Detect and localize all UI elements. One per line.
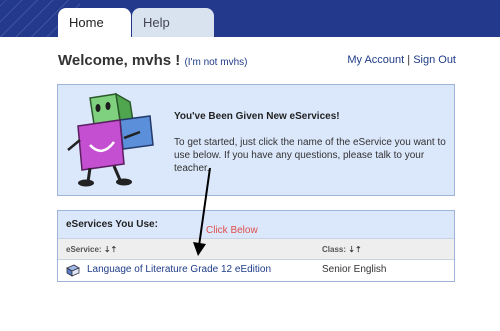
welcome-text: Welcome, mvhs ! [58,52,181,69]
tab-help-label: Help [143,15,170,30]
column-class-label: Class: [322,245,347,254]
mascot-illustration [67,92,154,187]
tab-home-label: Home [69,15,104,30]
welcome-heading: Welcome, mvhs ! (I'm not mvhs) [58,52,247,69]
sort-arrows-icon[interactable]: ⇣⇡ [104,245,117,254]
click-below-annotation: Click Below [206,225,258,236]
column-class[interactable]: Class: ⇣⇡ [322,245,362,254]
notice-title: You've Been Given New eServices! [174,111,340,122]
tab-home[interactable]: Home [58,8,131,37]
eservices-panel-title: eServices You Use: [66,219,158,230]
sort-arrows-icon[interactable]: ⇣⇡ [348,245,361,254]
top-nav-bar: Home Help [0,0,500,37]
eservice-link[interactable]: Language of Literature Grade 12 eEdition [87,264,271,275]
column-eservice[interactable]: eService: ⇣⇡ [66,245,117,254]
eservices-panel: eServices You Use: Click Below eService:… [57,210,455,282]
eservice-class-value: Senior English [322,264,387,275]
tab-help[interactable]: Help [132,8,214,37]
notice-body: To get started, just click the name of t… [174,137,446,174]
not-me-link[interactable]: (I'm not mvhs) [184,57,247,68]
book-icon [66,264,80,277]
table-row: Language of Literature Grade 12 eEdition… [58,260,454,281]
my-account-link[interactable]: My Account [347,54,404,66]
column-eservice-label: eService: [66,245,102,254]
account-links: My Account | Sign Out [347,54,456,66]
eservices-panel-header: eServices You Use: Click Below [58,211,454,238]
sign-out-link[interactable]: Sign Out [413,54,456,66]
account-link-separator: | [407,54,411,66]
eservices-column-header: eService: ⇣⇡ Class: ⇣⇡ [58,238,454,260]
